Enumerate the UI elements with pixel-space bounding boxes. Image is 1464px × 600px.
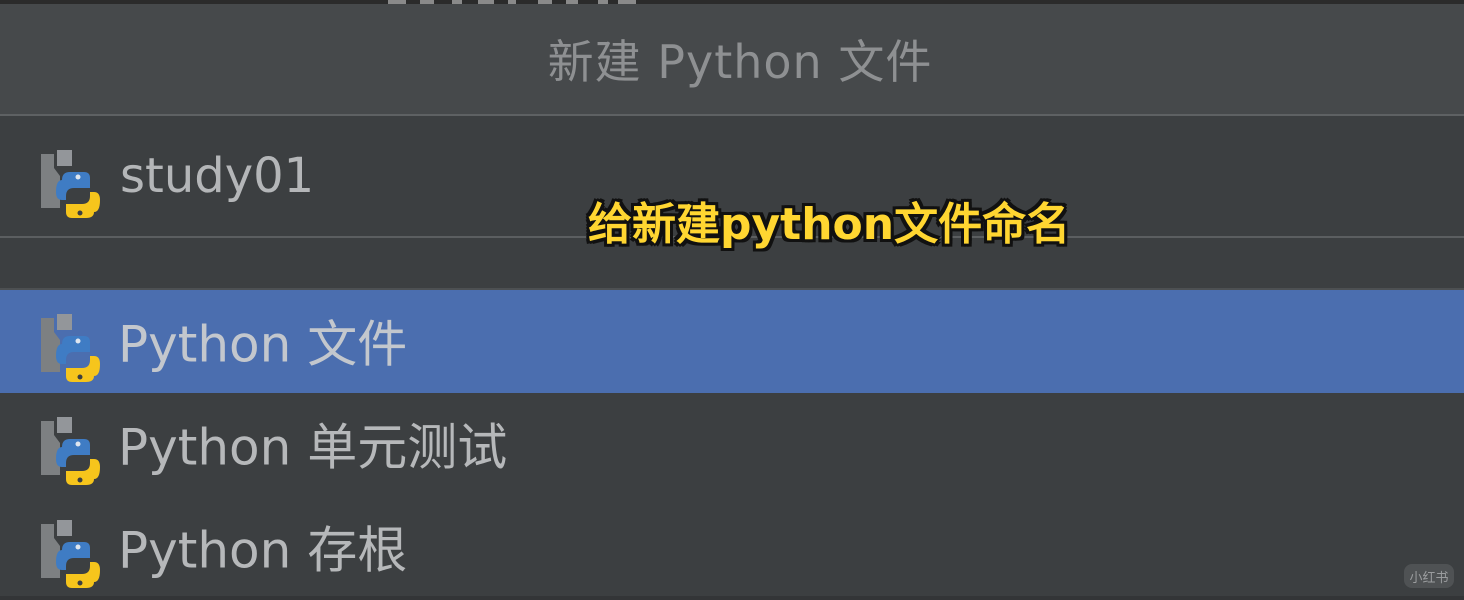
file-type-label: Python 单元测试 [118,418,508,477]
watermark-badge: 小红书 [1404,564,1454,588]
file-type-label: Python 存根 [118,521,408,580]
file-type-python-unit-test[interactable]: Python 单元测试 [0,393,1464,496]
python-file-icon [41,520,100,588]
tutorial-caption: 给新建python文件命名 [588,199,1071,250]
screen: 新建 Python 文件 Python 文件 Python 单元测试 [0,0,1464,600]
file-type-python-stub[interactable]: Python 存根 [0,496,1464,599]
python-file-icon [41,150,100,218]
file-type-list: Python 文件 Python 单元测试 Python 存根 [0,290,1464,599]
python-file-icon [41,314,100,382]
new-python-file-dialog: 新建 Python 文件 Python 文件 Python 单元测试 [0,4,1464,600]
file-type-label: Python 文件 [118,315,408,374]
dialog-title-bar[interactable]: 新建 Python 文件 [0,4,1464,116]
dialog-bottom-edge [0,596,1464,600]
file-type-python-file[interactable]: Python 文件 [0,290,1464,393]
python-file-icon [41,417,100,485]
dialog-title: 新建 Python 文件 [547,35,933,89]
